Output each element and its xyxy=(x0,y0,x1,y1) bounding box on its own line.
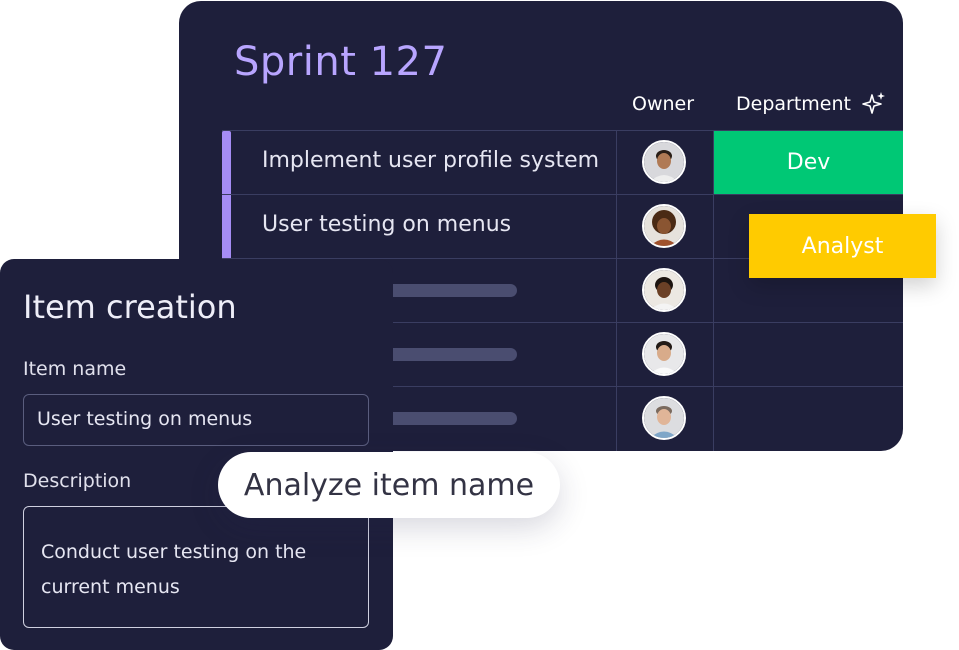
owner-cell[interactable] xyxy=(617,387,714,451)
table-row[interactable]: Implement user profile system Dev xyxy=(222,130,903,194)
description-label: Description xyxy=(23,470,132,492)
panel-title: Item creation xyxy=(23,288,237,326)
item-name: User testing on menus xyxy=(262,212,512,237)
placeholder-bar xyxy=(372,348,517,361)
owner-cell[interactable] xyxy=(617,131,714,194)
item-name-input[interactable]: User testing on menus xyxy=(23,394,369,446)
department-label-analyst[interactable]: Analyst xyxy=(749,214,936,278)
item-name-cell[interactable]: User testing on menus xyxy=(222,195,617,258)
department-cell[interactable] xyxy=(714,323,903,386)
board-title: Sprint 127 xyxy=(234,39,448,85)
department-cell[interactable] xyxy=(714,387,903,451)
avatar[interactable] xyxy=(642,268,686,312)
item-name-label: Item name xyxy=(23,358,127,380)
column-header-department[interactable]: Department xyxy=(736,93,851,115)
owner-cell[interactable] xyxy=(617,195,714,258)
item-name-cell[interactable]: Implement user profile system xyxy=(222,131,617,194)
column-header-owner[interactable]: Owner xyxy=(632,93,694,115)
avatar[interactable] xyxy=(642,396,686,440)
canvas: Sprint 127 Owner Department Implement us… xyxy=(0,0,959,650)
avatar[interactable] xyxy=(642,140,686,184)
owner-cell[interactable] xyxy=(617,259,714,322)
placeholder-bar xyxy=(372,284,517,297)
avatar[interactable] xyxy=(642,204,686,248)
department-label-dev[interactable]: Dev xyxy=(714,131,903,194)
owner-cell[interactable] xyxy=(617,323,714,386)
description-textarea[interactable]: Conduct user testing on the current menu… xyxy=(23,506,369,628)
analyze-item-name-button[interactable]: Analyze item name xyxy=(218,452,560,518)
placeholder-bar xyxy=(372,412,517,425)
item-name: Implement user profile system xyxy=(262,148,600,173)
department-cell[interactable]: Dev xyxy=(714,131,903,194)
avatar[interactable] xyxy=(642,332,686,376)
sparkle-icon[interactable] xyxy=(861,91,887,117)
